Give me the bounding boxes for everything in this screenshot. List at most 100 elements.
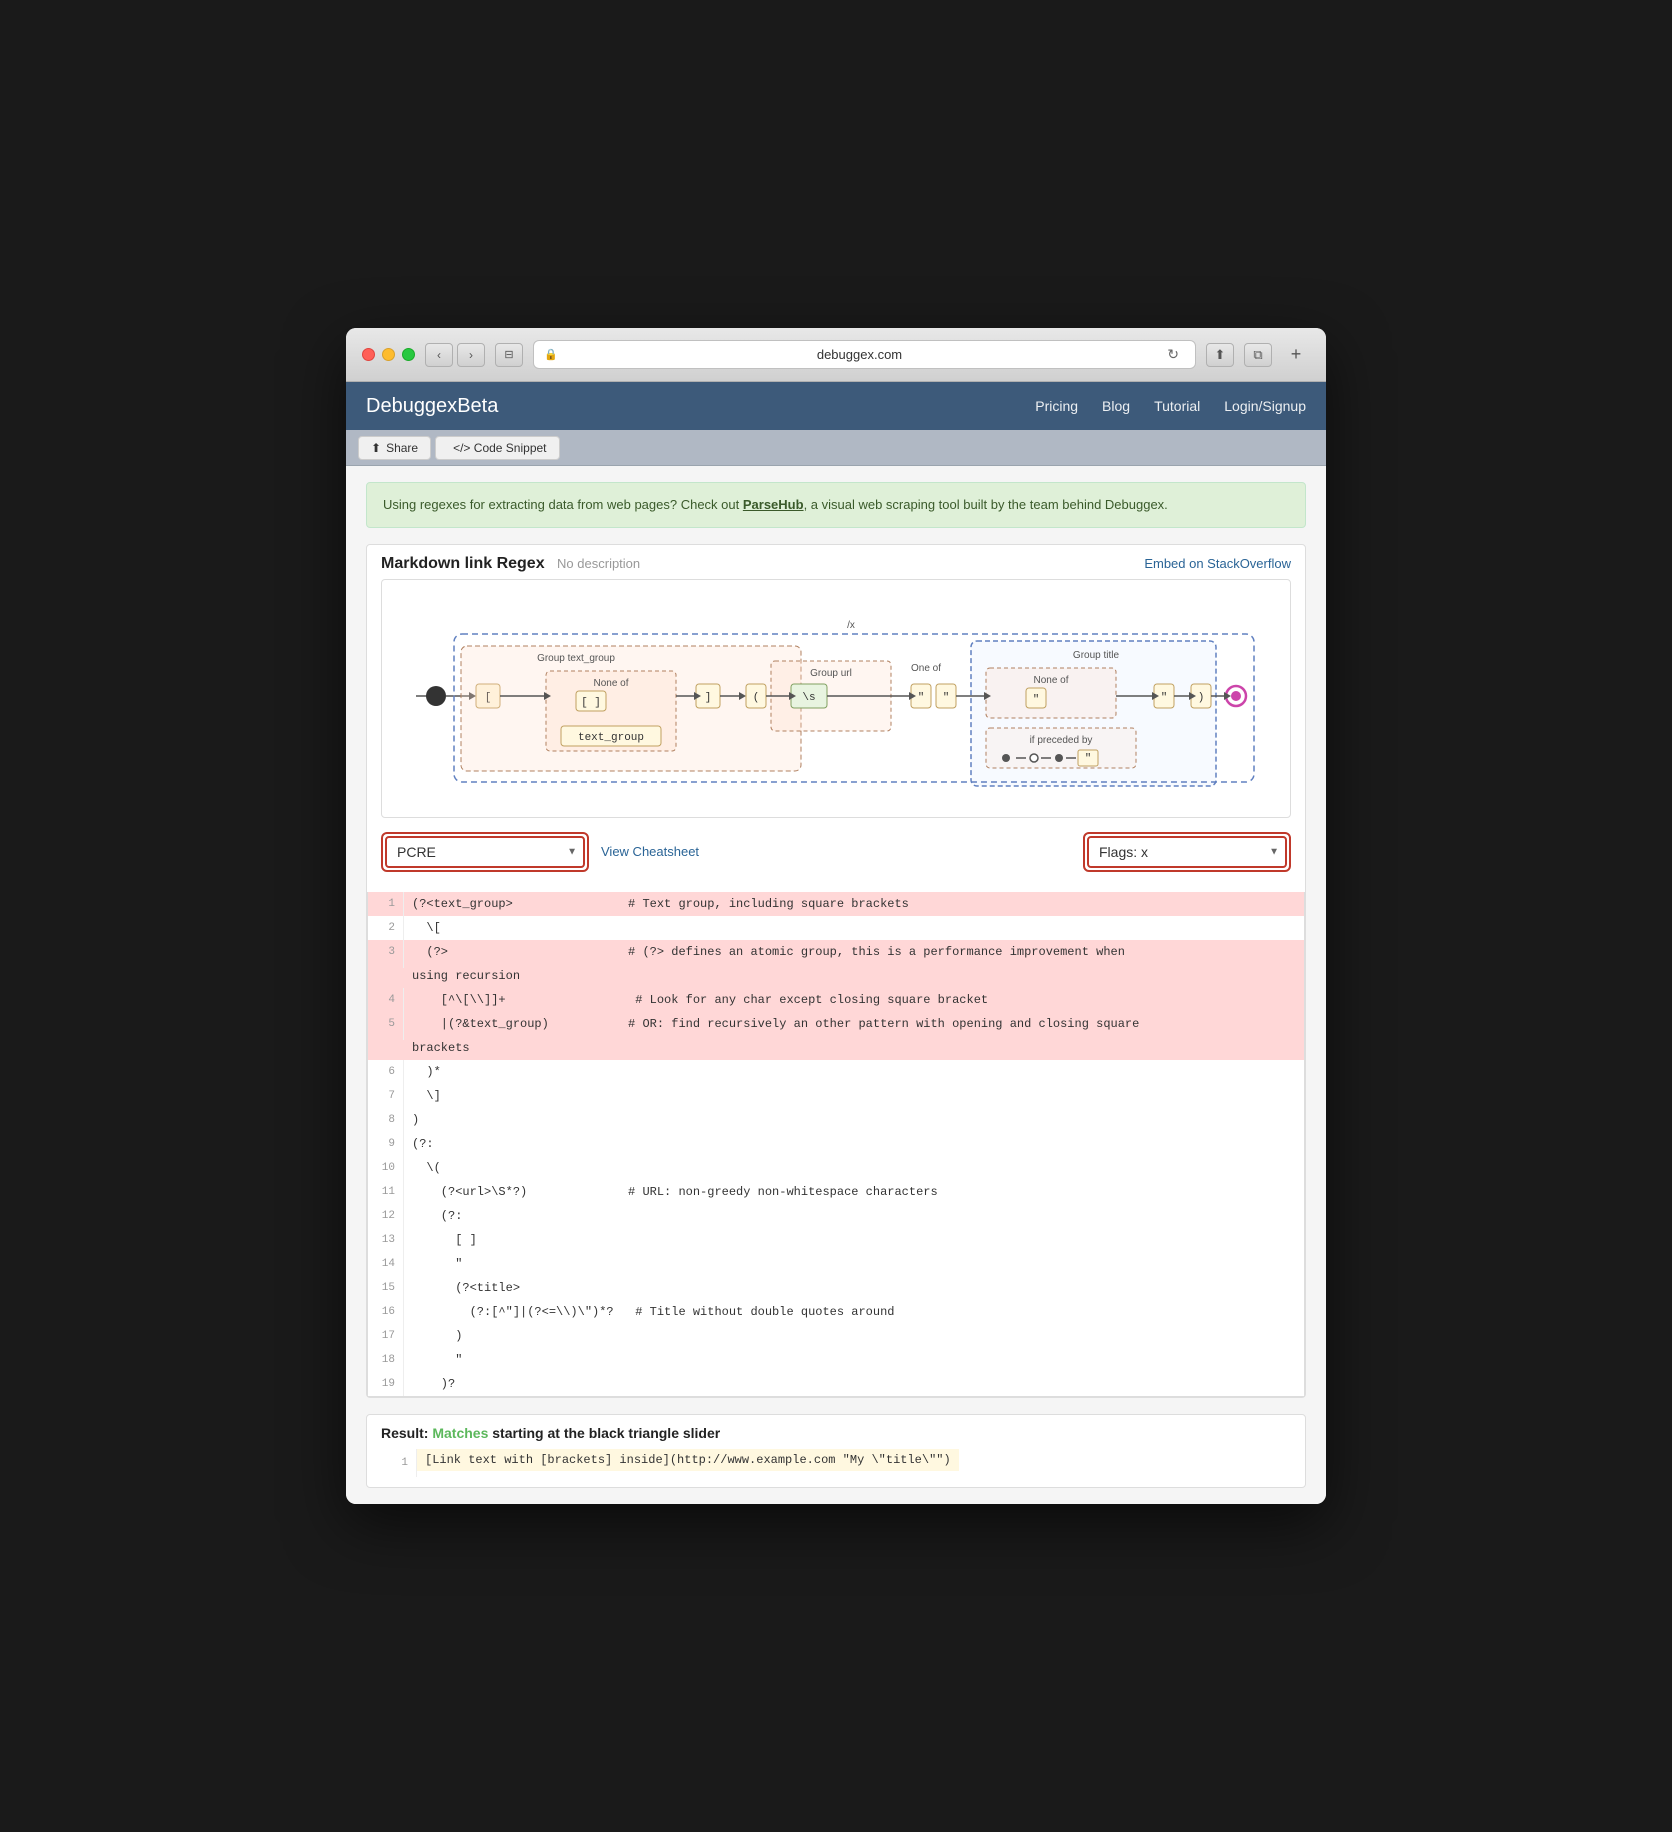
back-button[interactable]: ‹	[425, 343, 453, 367]
code-text-2: \[	[404, 916, 449, 940]
code-text-12: (?:	[404, 1204, 470, 1228]
line-num-11: 11	[368, 1180, 404, 1204]
code-line-2: 2 \[	[368, 916, 1304, 940]
line-num-19: 19	[368, 1372, 404, 1396]
code-line-8: 8 )	[368, 1108, 1304, 1132]
sidebar-button[interactable]: ⊟	[495, 343, 523, 367]
svg-text:\s: \s	[802, 692, 815, 704]
line-num-5: 5	[368, 1012, 404, 1036]
result-line-num: 1	[381, 1449, 417, 1477]
regex-diagram: [ Group text_group None of [ ] text_grou…	[398, 596, 1274, 796]
nav-blog[interactable]: Blog	[1102, 398, 1130, 414]
code-line-9: 9 (?:	[368, 1132, 1304, 1156]
line-num-16: 16	[368, 1300, 404, 1324]
code-line-11: 11 (?<url>\S*?) # URL: non-greedy non-wh…	[368, 1180, 1304, 1204]
embed-link[interactable]: Embed on StackOverflow	[1144, 556, 1291, 571]
cheatsheet-link[interactable]: View Cheatsheet	[601, 844, 699, 859]
share-icon: ⬆	[371, 441, 381, 455]
browser-window: ‹ › ⊟ 🔒 debuggex.com ↻ ⬆ ⧉ + DebuggexBet…	[346, 328, 1326, 1504]
code-snippet-button[interactable]: </> Code Snippet	[435, 436, 559, 460]
code-line-5b: brackets	[368, 1036, 1304, 1060]
banner-text-after: , a visual web scraping tool built by th…	[804, 497, 1168, 512]
regex-section: Markdown link Regex No description Embed…	[366, 544, 1306, 1398]
line-num-3b	[368, 964, 404, 968]
site-logo: DebuggexBeta	[366, 395, 498, 418]
fullscreen-button[interactable]	[402, 348, 415, 361]
flags-select[interactable]: Flags: x	[1087, 836, 1287, 868]
svg-text:]: ]	[705, 692, 712, 704]
sub-nav: ⬆ Share </> Code Snippet	[346, 430, 1326, 466]
svg-text:(: (	[753, 692, 760, 704]
code-line-4: 4 [^\[\\]]+ # Look for any char except c…	[368, 988, 1304, 1012]
line-num-4: 4	[368, 988, 404, 1012]
result-label: Result:	[381, 1425, 428, 1441]
svg-text:if preceded by: if preceded by	[1030, 735, 1093, 746]
svg-text:): )	[1198, 692, 1205, 704]
code-line-12: 12 (?:	[368, 1204, 1304, 1228]
engine-select-outline: PCRE	[381, 832, 589, 872]
line-num-7: 7	[368, 1084, 404, 1108]
share-button[interactable]: ⬆	[1206, 343, 1234, 367]
code-text-4: [^\[\\]]+ # Look for any char except clo…	[404, 988, 996, 1012]
line-num-17: 17	[368, 1324, 404, 1348]
code-snippet-label: </> Code Snippet	[453, 441, 546, 455]
code-text-15: (?<title>	[404, 1276, 528, 1300]
code-line-18: 18 "	[368, 1348, 1304, 1372]
code-text-17: )	[404, 1324, 470, 1348]
result-input-text[interactable]: [Link text with [brackets] inside](http:…	[417, 1449, 959, 1471]
svg-text:None of: None of	[1033, 675, 1068, 686]
code-line-5: 5 |(?&text_group) # OR: find recursively…	[368, 1012, 1304, 1036]
svg-text:": "	[1161, 692, 1168, 704]
nav-pricing[interactable]: Pricing	[1035, 398, 1078, 414]
minimize-button[interactable]	[382, 348, 395, 361]
code-text-5b: brackets	[404, 1036, 478, 1060]
tabs-button[interactable]: ⧉	[1244, 343, 1272, 367]
result-section: Result: Matches starting at the black tr…	[366, 1414, 1306, 1488]
code-area: 1 (?<text_group> # Text group, including…	[367, 892, 1305, 1397]
line-num-10: 10	[368, 1156, 404, 1180]
logo-beta: Beta	[457, 395, 498, 417]
code-text-3: (?> # (?> defines an atomic group, this …	[404, 940, 1133, 964]
diagram-area: [ Group text_group None of [ ] text_grou…	[381, 579, 1291, 818]
new-tab-button[interactable]: +	[1282, 343, 1310, 367]
svg-text:/x: /x	[847, 620, 855, 631]
line-num-18: 18	[368, 1348, 404, 1372]
engine-select[interactable]: PCRE	[385, 836, 585, 868]
line-num-12: 12	[368, 1204, 404, 1228]
code-text-5: |(?&text_group) # OR: find recursively a…	[404, 1012, 1147, 1036]
traffic-lights	[362, 348, 415, 361]
banner-link[interactable]: ParseHub	[743, 497, 804, 512]
code-text-19: )?	[404, 1372, 463, 1396]
line-num-2: 2	[368, 916, 404, 940]
svg-text:None of: None of	[593, 678, 628, 689]
flags-select-outline: Flags: x	[1083, 832, 1291, 872]
nav-login[interactable]: Login/Signup	[1224, 398, 1306, 414]
code-text-7: \]	[404, 1084, 449, 1108]
svg-text:": "	[943, 692, 950, 704]
result-line: 1 [Link text with [brackets] inside](htt…	[381, 1449, 1291, 1477]
code-text-3b: using recursion	[404, 964, 528, 988]
share-button[interactable]: ⬆ Share	[358, 436, 431, 460]
line-num-3: 3	[368, 940, 404, 964]
svg-text:text_group: text_group	[578, 732, 644, 744]
regex-header: Markdown link Regex No description Embed…	[367, 545, 1305, 579]
forward-button[interactable]: ›	[457, 343, 485, 367]
nav-tutorial[interactable]: Tutorial	[1154, 398, 1200, 414]
code-line-3b: using recursion	[368, 964, 1304, 988]
line-num-1: 1	[368, 892, 404, 916]
code-text-6: )*	[404, 1060, 449, 1084]
matches-label: Matches	[432, 1425, 488, 1441]
address-bar[interactable]: 🔒 debuggex.com ↻	[533, 340, 1196, 369]
result-desc: starting at the black triangle slider	[492, 1425, 720, 1441]
result-header: Result: Matches starting at the black tr…	[381, 1425, 1291, 1441]
url-display: debuggex.com	[564, 347, 1156, 362]
code-line-16: 16 (?:[^"]|(?<=\\)\")*? # Title without …	[368, 1300, 1304, 1324]
close-button[interactable]	[362, 348, 375, 361]
title-bar: ‹ › ⊟ 🔒 debuggex.com ↻ ⬆ ⧉ +	[346, 328, 1326, 382]
svg-text:": "	[918, 692, 925, 704]
code-text-16: (?:[^"]|(?<=\\)\")*? # Title without dou…	[404, 1300, 902, 1324]
reload-button[interactable]: ↻	[1161, 344, 1185, 365]
nav-buttons: ‹ ›	[425, 343, 485, 367]
svg-text:[ ]: [ ]	[581, 697, 601, 709]
regex-description: No description	[557, 556, 640, 571]
